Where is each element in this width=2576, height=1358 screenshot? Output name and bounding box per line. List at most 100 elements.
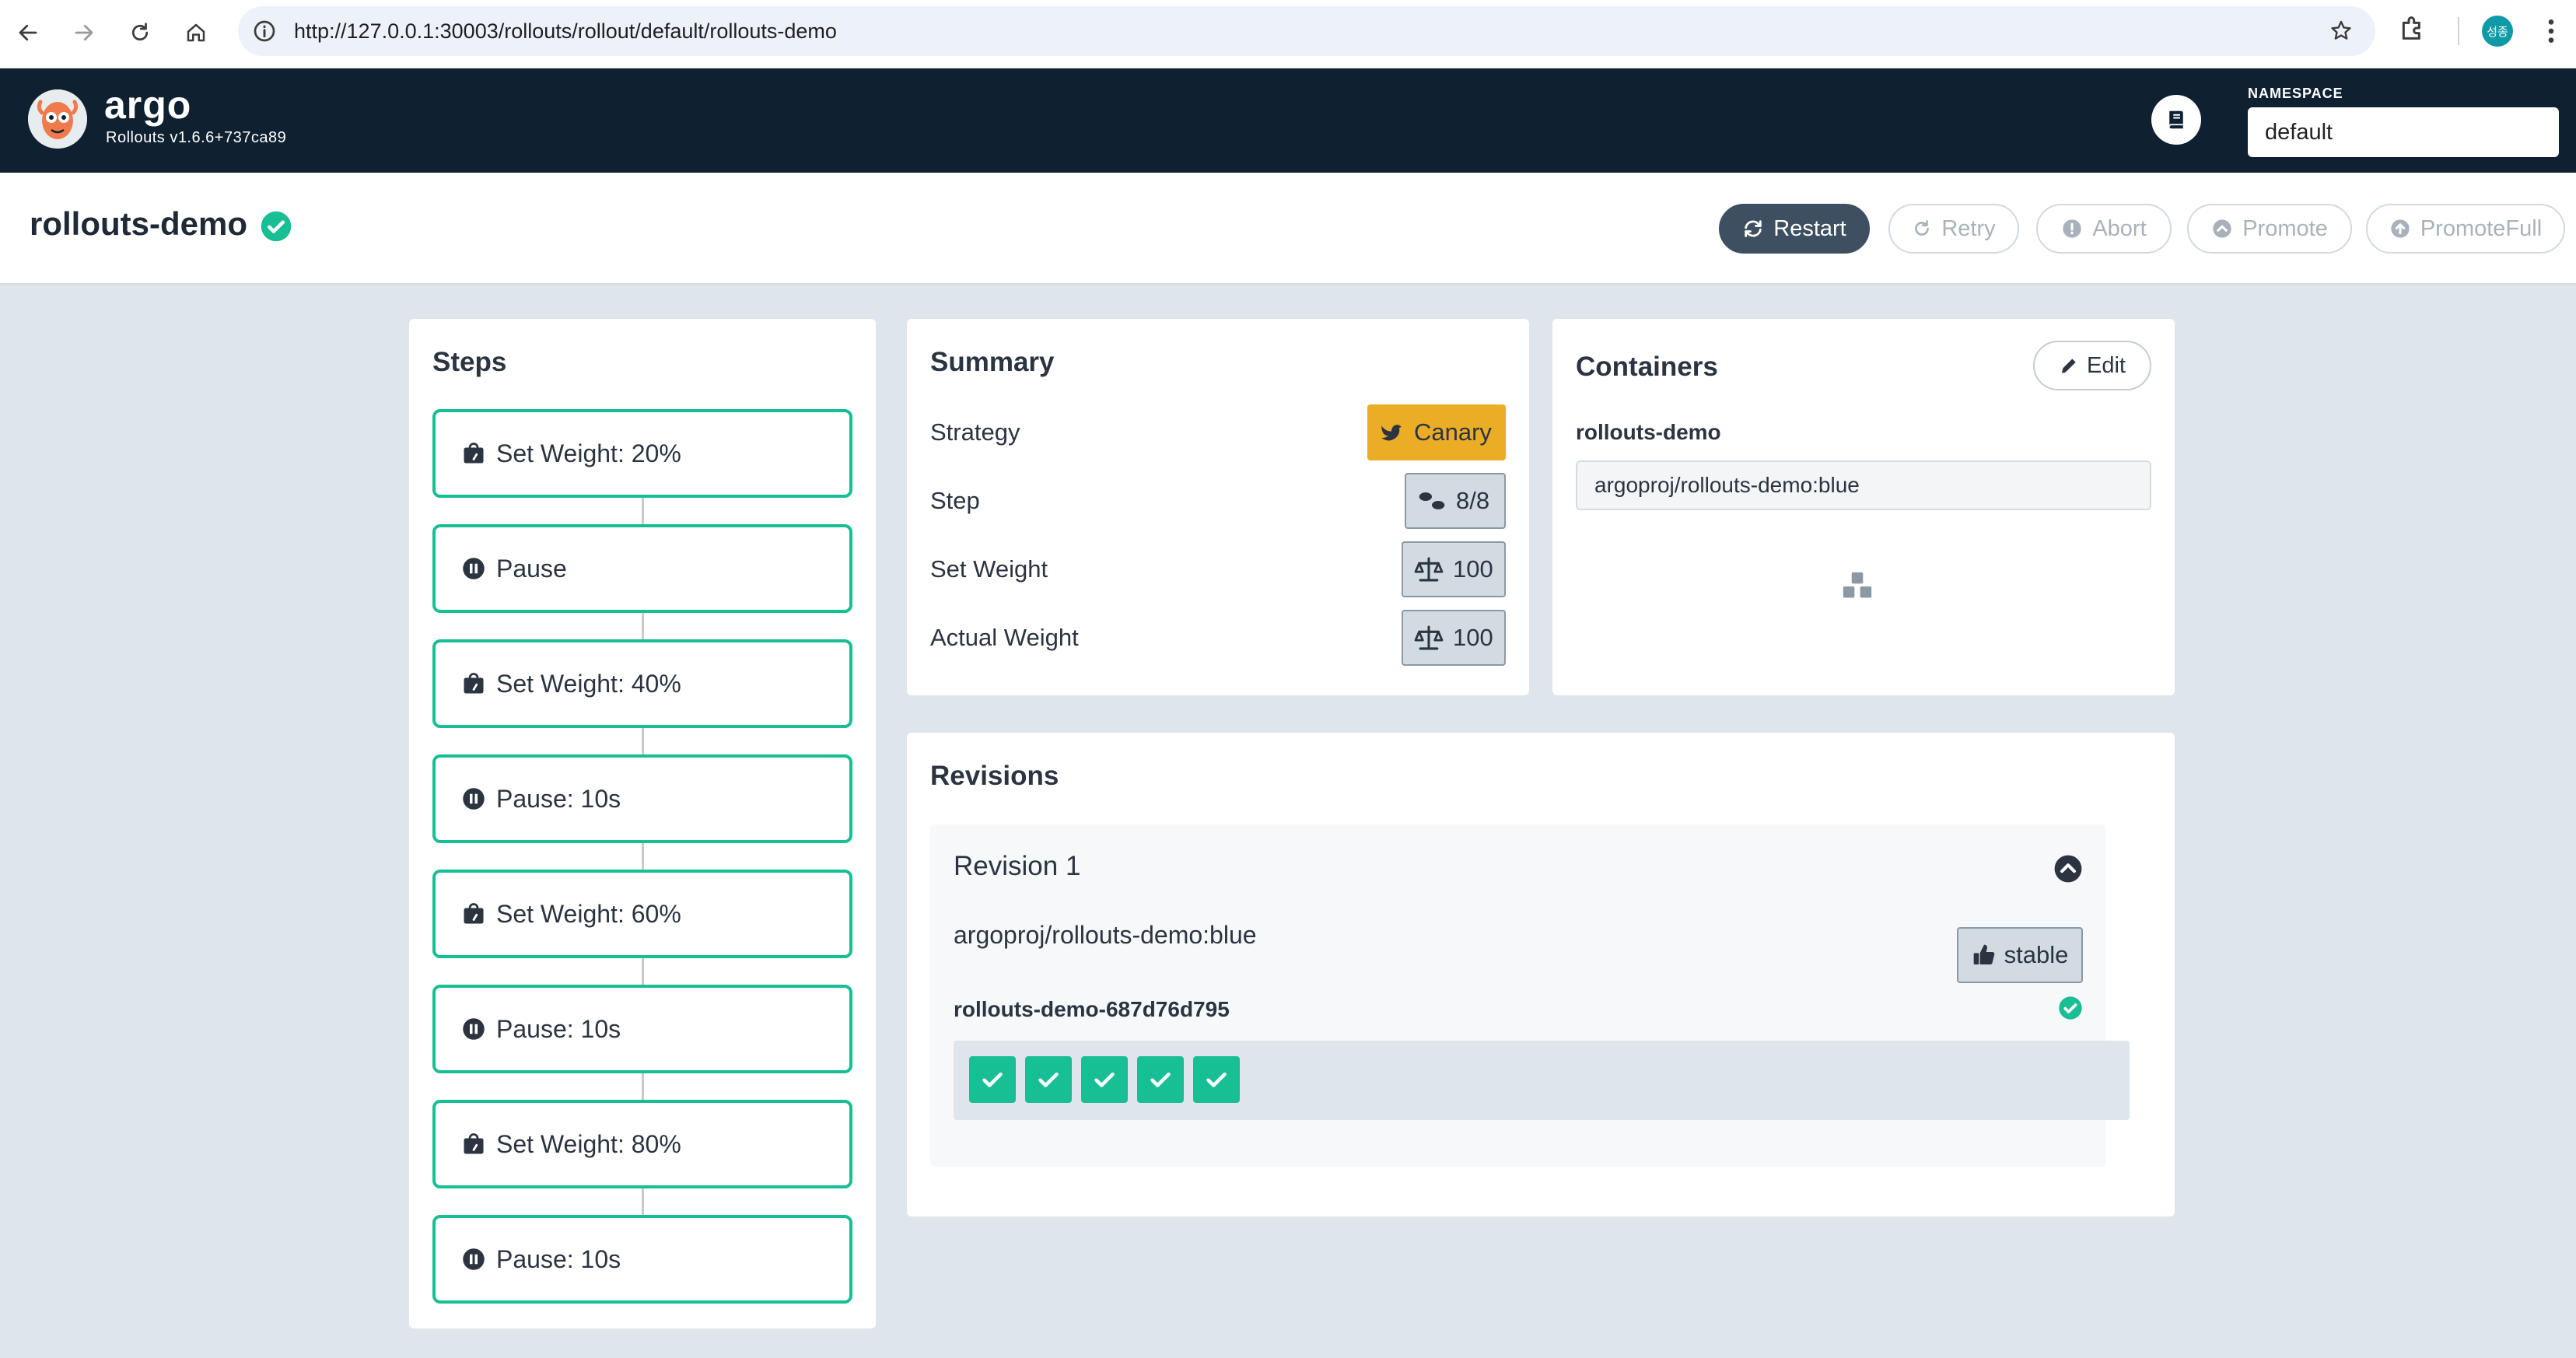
set-weight-badge: 100 xyxy=(1402,541,1506,597)
actual-weight-value: 100 xyxy=(1453,624,1493,651)
strategy-badge: Canary xyxy=(1367,404,1506,460)
step-connector xyxy=(642,498,644,524)
step-progress-value: 8/8 xyxy=(1456,487,1490,514)
step-item[interactable]: Set Weight: 20% xyxy=(432,409,852,498)
pause-icon xyxy=(463,1018,485,1040)
replicaset-healthy-icon xyxy=(2058,996,2083,1020)
summary-panel: Summary Strategy Canary Step 8/8 Set Wei… xyxy=(907,319,1529,695)
revisions-title: Revisions xyxy=(930,761,1059,791)
abort-button[interactable]: Abort xyxy=(2036,204,2172,254)
bookmark-star-icon[interactable] xyxy=(2329,19,2354,44)
step-label: Set Weight: 60% xyxy=(496,899,681,928)
revision-image: argoproj/rollouts-demo:blue xyxy=(954,921,1257,949)
pause-icon xyxy=(463,1248,485,1270)
step-label: Pause: 10s xyxy=(496,1014,621,1043)
container-image-field[interactable] xyxy=(1576,460,2151,510)
pause-icon xyxy=(463,788,485,810)
containers-panel: Containers Edit rollouts-demo xyxy=(1552,319,2175,695)
home-icon[interactable] xyxy=(179,16,213,50)
exclamation-circle-icon xyxy=(2063,219,2081,238)
address-bar[interactable]: http://127.0.0.1:30003/rollouts/rollout/… xyxy=(238,6,2375,56)
steps-panel: Steps Set Weight: 20% Pause Set Weight: … xyxy=(409,319,876,1328)
set-weight-value: 100 xyxy=(1453,555,1493,583)
restart-button[interactable]: Restart xyxy=(1719,204,1870,254)
step-label: Pause xyxy=(496,554,567,583)
stable-badge: stable xyxy=(1957,927,2083,983)
pod-status[interactable] xyxy=(1025,1056,1072,1103)
step-item[interactable]: Pause xyxy=(432,524,852,613)
step-item[interactable]: Set Weight: 80% xyxy=(432,1100,852,1188)
step-connector xyxy=(642,728,644,754)
shoe-prints-icon xyxy=(1419,492,1445,509)
pod-status[interactable] xyxy=(1193,1056,1240,1103)
check-icon xyxy=(1150,1073,1171,1087)
pods-row xyxy=(954,1041,2130,1120)
step-item[interactable]: Pause: 10s xyxy=(432,754,852,843)
profile-avatar[interactable]: 성종 xyxy=(2482,16,2513,47)
step-connector xyxy=(642,958,644,985)
url-text[interactable]: http://127.0.0.1:30003/rollouts/rollout/… xyxy=(294,6,837,56)
promote-full-label: PromoteFull xyxy=(2420,215,2543,241)
chevron-up-circle-icon xyxy=(2213,219,2231,238)
bird-icon xyxy=(1381,425,1402,441)
retry-button[interactable]: Retry xyxy=(1888,204,2019,254)
promote-button[interactable]: Promote xyxy=(2187,204,2352,254)
documentation-button[interactable] xyxy=(2151,95,2201,145)
pause-icon xyxy=(463,558,485,579)
page-title: rollouts-demo xyxy=(30,205,247,242)
check-icon xyxy=(1038,1073,1059,1087)
cubes-icon xyxy=(1840,571,1874,602)
promote-full-button[interactable]: PromoteFull xyxy=(2366,204,2565,254)
sync-icon xyxy=(1745,220,1762,237)
check-icon xyxy=(1094,1073,1115,1087)
thumbs-up-icon xyxy=(1973,944,1994,964)
step-label: Set Weight: 20% xyxy=(496,439,681,467)
browser-toolbar: http://127.0.0.1:30003/rollouts/rollout/… xyxy=(0,0,2576,68)
extensions-icon[interactable] xyxy=(2397,12,2428,44)
summary-title: Summary xyxy=(930,347,1055,377)
argo-logo-icon[interactable] xyxy=(28,89,87,149)
pod-status[interactable] xyxy=(1137,1056,1184,1103)
balance-scale-icon xyxy=(1414,557,1444,582)
step-label: Pause: 10s xyxy=(496,784,621,813)
site-info-icon[interactable] xyxy=(252,19,277,44)
stable-label: stable xyxy=(2004,941,2069,968)
app-version: Rollouts v1.6.6+737ca89 xyxy=(106,129,287,146)
revision-title: Revision 1 xyxy=(954,851,1081,881)
step-item[interactable]: Set Weight: 60% xyxy=(432,870,852,958)
pod-status[interactable] xyxy=(969,1056,1016,1103)
pencil-icon xyxy=(2062,359,2076,373)
step-progress-label: Step xyxy=(930,487,980,514)
reload-icon[interactable] xyxy=(123,16,157,50)
abort-label: Abort xyxy=(2092,215,2147,241)
step-label: Set Weight: 80% xyxy=(496,1129,681,1158)
step-connector xyxy=(642,1188,644,1215)
arrow-up-circle-icon xyxy=(2391,219,2410,238)
collapse-chevron-icon[interactable] xyxy=(2053,854,2083,884)
step-item[interactable]: Set Weight: 40% xyxy=(432,639,852,728)
edit-button[interactable]: Edit xyxy=(2033,341,2151,390)
replicaset-name: rollouts-demo-687d76d795 xyxy=(954,997,1230,1021)
back-icon[interactable] xyxy=(11,16,45,50)
strategy-value: Canary xyxy=(1414,418,1492,446)
weight-icon xyxy=(464,443,484,464)
toolbar-divider xyxy=(2458,17,2459,45)
app-name: argo xyxy=(104,83,192,127)
set-weight-label: Set Weight xyxy=(930,555,1048,583)
more-menu-icon[interactable] xyxy=(2543,16,2559,47)
weight-icon xyxy=(464,1133,484,1154)
container-name: rollouts-demo xyxy=(1576,420,1721,444)
edit-label: Edit xyxy=(2087,352,2126,378)
step-connector xyxy=(642,1073,644,1100)
pod-status[interactable] xyxy=(1081,1056,1128,1103)
step-connector xyxy=(642,843,644,870)
retry-icon xyxy=(1915,219,1930,236)
step-item[interactable]: Pause: 10s xyxy=(432,985,852,1073)
strategy-label: Strategy xyxy=(930,418,1020,446)
step-label: Pause: 10s xyxy=(496,1244,621,1273)
step-progress-badge: 8/8 xyxy=(1405,473,1506,529)
actual-weight-badge: 100 xyxy=(1402,610,1506,666)
namespace-input[interactable] xyxy=(2248,107,2559,157)
forward-icon[interactable] xyxy=(67,16,101,50)
step-item[interactable]: Pause: 10s xyxy=(432,1215,852,1304)
